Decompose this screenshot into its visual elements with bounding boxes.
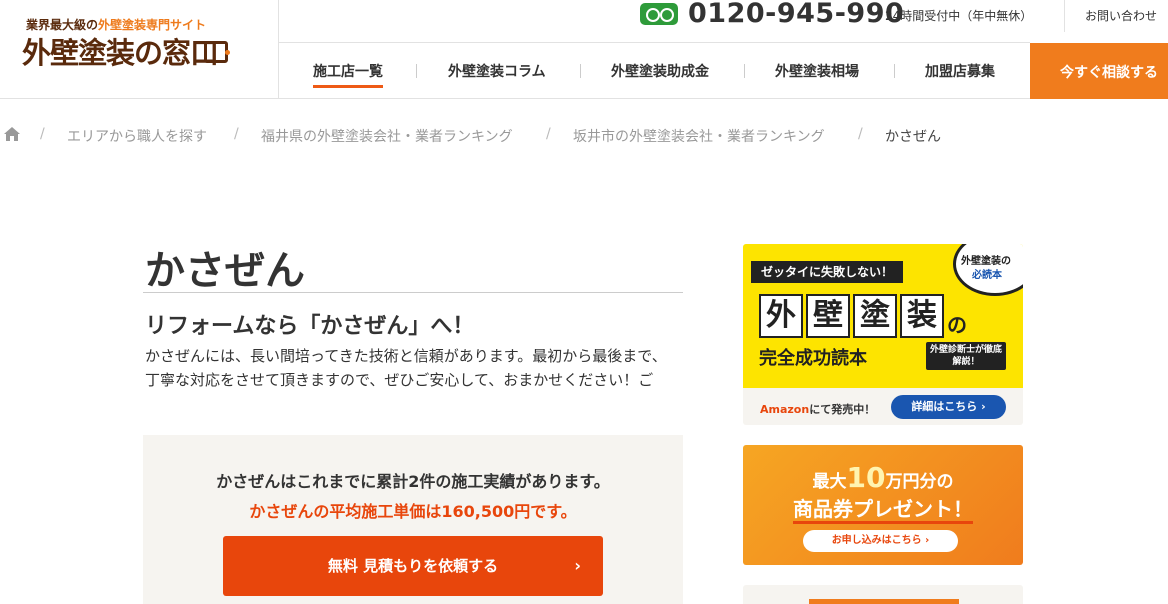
company-catchphrase: リフォームなら「かさぜん」へ！: [145, 314, 475, 339]
book-title-char: 壁: [806, 294, 850, 338]
breadcrumb-separator: /: [546, 126, 551, 142]
phone-hours: 24時間受付中（年中無休）: [885, 9, 1033, 23]
title-divider: [143, 292, 683, 293]
gift-headline: 商品券プレゼント！: [743, 493, 1023, 524]
contact-link[interactable]: お問い合わせ: [1085, 7, 1157, 24]
breadcrumb-current: かさぜん: [885, 129, 941, 145]
nav-separator: [894, 64, 895, 78]
request-estimate-button[interactable]: 無料 見積もりを依頼する ›: [223, 536, 603, 596]
gift-campaign-banner[interactable]: 最大10万円分の 商品券プレゼント！ お申し込みはこちら ›: [743, 445, 1023, 565]
nav-item-price[interactable]: 外壁塗装相場: [775, 61, 859, 81]
main-nav: 施工店一覧 外壁塗装コラム 外壁塗装助成金 外壁塗装相場 加盟店募集: [280, 43, 1030, 98]
nav-item-subsidy[interactable]: 外壁塗装助成金: [611, 61, 709, 81]
consult-now-button[interactable]: 今すぐ相談する: [1030, 43, 1168, 99]
home-icon[interactable]: [3, 126, 21, 142]
company-intro: かさぜんには、長い間培ってきた技術と信頼があります。最初から最後まで、丁寧な対応…: [145, 347, 667, 389]
site-header: 業界最大級の外壁塗装専門サイト 外壁塗装の窓口 0120-945-990 24時…: [0, 0, 1168, 99]
freedial-icon: [640, 3, 678, 25]
sidebar-next-banner[interactable]: [743, 585, 1023, 604]
nav-item-column[interactable]: 外壁塗装コラム: [448, 61, 546, 81]
nav-item-partners[interactable]: 加盟店募集: [925, 61, 995, 81]
nav-separator: [416, 64, 417, 78]
book-title-particle: の: [947, 313, 967, 337]
gift-apply-button[interactable]: お申し込みはこちら ›: [803, 530, 958, 552]
book-banner[interactable]: ゼッタイに失敗しない！ 外壁塗装の 必読本 外壁塗装の 完全成功読本 外壁診断士…: [743, 244, 1023, 425]
record-summary: かさぜんはこれまでに累計2件の施工実績があります。 かさぜんの平均施工単価は16…: [143, 435, 683, 604]
logo-badge-icon: [204, 41, 230, 63]
header-divider: [1064, 0, 1065, 32]
book-circle-text: 外壁塗装の: [961, 256, 1011, 267]
nav-separator: [580, 64, 581, 78]
amazon-availability: Amazonにて発売中！: [760, 403, 876, 416]
breadcrumb-item[interactable]: エリアから職人を探す: [67, 126, 207, 146]
book-expert-badge: 外壁診断士が徹底解説！: [926, 342, 1006, 370]
average-price-text: かさぜんの平均施工単価は160,500円です。: [249, 502, 577, 521]
nav-item-contractors[interactable]: 施工店一覧: [313, 61, 383, 88]
book-circle-text-accent: 必読本: [972, 270, 1002, 281]
breadcrumb: / エリアから職人を探す / 福井県の外壁塗装会社・業者ランキング / 坂井市の…: [0, 124, 1168, 146]
chevron-right-icon: ›: [574, 556, 581, 575]
breadcrumb-separator: /: [234, 126, 239, 142]
book-title-char: 塗: [853, 294, 897, 338]
site-logo[interactable]: 業界最大級の外壁塗装専門サイト 外壁塗装の窓口: [0, 0, 279, 98]
book-title: 外壁塗装の: [759, 294, 967, 338]
book-title-char: 装: [900, 294, 944, 338]
breadcrumb-separator: /: [40, 126, 45, 142]
gift-amount-text: 最大10万円分の: [812, 461, 954, 494]
record-count-text: かさぜんはこれまでに累計2件の施工実績があります。: [216, 472, 610, 491]
logo-name: 外壁塗装の窓口: [22, 36, 219, 70]
book-subtitle: 完全成功読本: [759, 348, 867, 369]
estimate-button-label: 無料 見積もりを依頼する: [327, 557, 499, 575]
breadcrumb-item[interactable]: 福井県の外壁塗装会社・業者ランキング: [261, 126, 513, 146]
book-details-button[interactable]: 詳細はこちら ›: [891, 395, 1006, 419]
phone-number[interactable]: 0120-945-990: [688, 0, 904, 29]
page-title: かさぜん: [145, 248, 305, 294]
nav-separator: [744, 64, 745, 78]
breadcrumb-separator: /: [858, 126, 863, 142]
book-tagline: ゼッタイに失敗しない！: [751, 261, 904, 283]
book-title-char: 外: [759, 294, 803, 338]
breadcrumb-item[interactable]: 坂井市の外壁塗装会社・業者ランキング: [573, 126, 825, 146]
